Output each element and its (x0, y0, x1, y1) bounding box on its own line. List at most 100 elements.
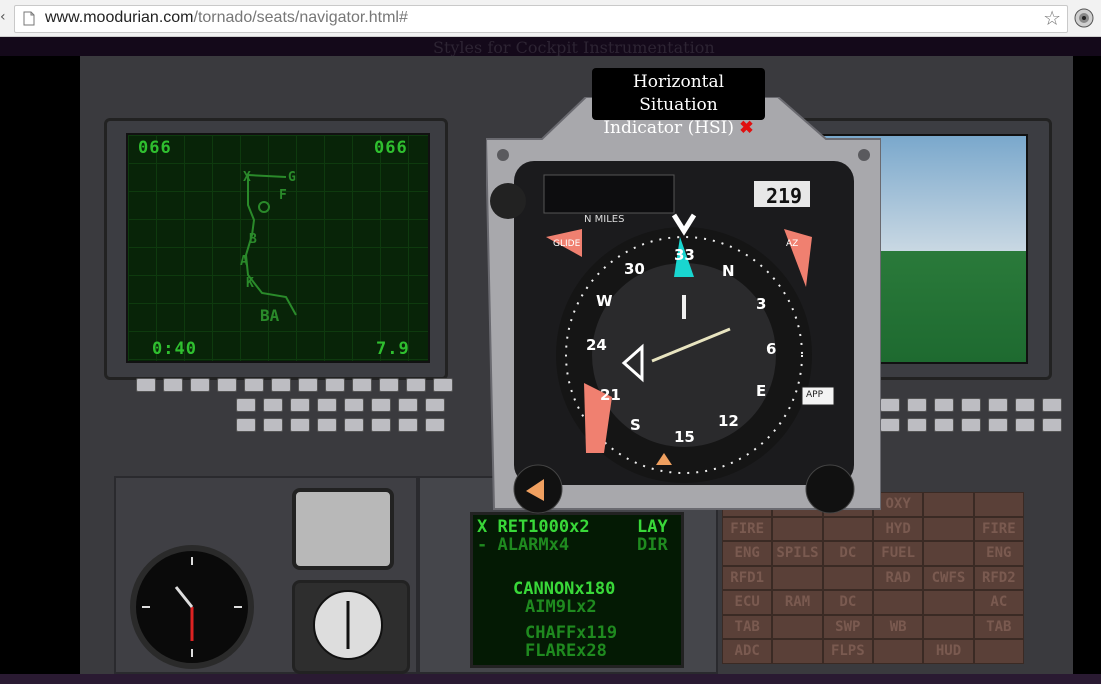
mfd-key[interactable] (988, 398, 1008, 412)
warning-light: AC (973, 590, 1024, 615)
warning-light: RFD2 (973, 565, 1024, 590)
mfd-bottom-right-readout: 7.9 (376, 339, 410, 359)
mfd-key[interactable] (190, 378, 210, 392)
url-host: www.moodurian.com (45, 9, 194, 26)
page-footer-strip (0, 674, 1101, 684)
warning-light: SPILS (772, 541, 823, 566)
central-warning-panel: OXY FIRE HYD FIRE ENG SPILS DC FUEL ENG RFD1 RAD CW… (722, 492, 1024, 664)
clock-face (142, 557, 242, 657)
stores-aim9: AIM9Lx2 (525, 597, 597, 617)
warning-light (822, 565, 873, 590)
warning-light (772, 565, 823, 590)
warning-light (772, 516, 823, 541)
mfd-key[interactable] (352, 378, 372, 392)
page-icon (23, 11, 35, 26)
stores-management-display: X RET1000x2 LAY - ALARMx4 DIR CANNONx180… (470, 512, 684, 668)
waypoint-x: X (243, 170, 251, 185)
mfd-key[interactable] (290, 398, 310, 412)
close-icon[interactable]: ✖ (739, 118, 753, 138)
mfd-key[interactable] (371, 398, 391, 412)
mfd-key[interactable] (236, 398, 256, 412)
hsi-compass-n: N (722, 262, 735, 280)
url-path: /tornado/seats/navigator.html# (193, 9, 408, 26)
mfd-key[interactable] (907, 398, 927, 412)
warning-light (923, 516, 974, 541)
mfd-key[interactable] (880, 418, 900, 432)
url-text[interactable]: www.moodurian.com/tornado/seats/navigato… (45, 9, 408, 27)
mfd-key[interactable] (934, 398, 954, 412)
warning-light (772, 639, 823, 664)
stores-chaff: CHAFFx119 (525, 623, 618, 643)
hsi-compass-3: 3 (756, 295, 767, 313)
mfd-key[interactable] (934, 418, 954, 432)
mfd-key[interactable] (433, 378, 453, 392)
mfd-key[interactable] (398, 418, 418, 432)
mfd-key[interactable] (988, 418, 1008, 432)
page-title: Styles for Cockpit Instrumentation (433, 38, 715, 57)
mfd-top-left-readout: 066 (138, 138, 172, 158)
mfd-key[interactable] (325, 378, 345, 392)
mfd-key[interactable] (880, 398, 900, 412)
mfd-key[interactable] (244, 378, 264, 392)
attitude-indicator (292, 488, 394, 570)
right-mfd-button-row-2 (880, 418, 1062, 432)
warning-light (973, 492, 1024, 517)
warning-light: FUEL (872, 541, 924, 566)
mfd-key[interactable] (298, 378, 318, 392)
mfd-key[interactable] (317, 418, 337, 432)
mfd-key[interactable] (425, 418, 445, 432)
mfd-key[interactable] (907, 418, 927, 432)
left-mfd-button-row-3 (236, 418, 445, 432)
mfd-key[interactable] (1042, 418, 1062, 432)
mfd-key[interactable] (271, 378, 291, 392)
back-icon[interactable]: ‹ (0, 9, 8, 27)
mfd-key[interactable] (263, 418, 283, 432)
hsi-app-label[interactable]: APP (806, 390, 823, 400)
waypoint-ba: BA (260, 306, 280, 325)
warning-light (822, 516, 873, 541)
right-mfd-button-row (880, 398, 1062, 412)
mfd-key[interactable] (344, 398, 364, 412)
mfd-key[interactable] (163, 378, 183, 392)
warning-light: ADC (722, 639, 773, 664)
extension-icon[interactable] (1074, 8, 1094, 28)
stores-cannon: CANNONx180 (513, 579, 616, 599)
url-field[interactable]: www.moodurian.com/tornado/seats/navigato… (14, 5, 1068, 33)
mfd-key[interactable] (263, 398, 283, 412)
warning-light (923, 492, 974, 517)
waypoint-b: B (249, 232, 257, 247)
hsi-tooltip: Horizontal Situation Indicator (HSI) ✖ (592, 68, 765, 138)
hsi-miles-label: N MILES (584, 214, 625, 225)
warning-light: ENG (722, 541, 773, 566)
mfd-key[interactable] (406, 378, 426, 392)
waypoint-g: G (288, 170, 296, 185)
mfd-key[interactable] (136, 378, 156, 392)
mfd-key[interactable] (236, 418, 256, 432)
mfd-key[interactable] (961, 418, 981, 432)
mfd-key[interactable] (344, 418, 364, 432)
warning-light: FIRE (973, 516, 1024, 541)
hsi-glide-label: GLIDE (553, 239, 581, 249)
warning-light: CWFS (923, 565, 974, 590)
warning-light (923, 541, 974, 566)
mfd-key[interactable] (398, 398, 418, 412)
hsi-title-line-2: Indicator (HSI) (603, 118, 735, 138)
warning-light: SWP (822, 614, 873, 639)
hsi-compass-33: 33 (674, 246, 695, 264)
warning-light: RFD1 (722, 565, 773, 590)
mfd-key[interactable] (379, 378, 399, 392)
mfd-key[interactable] (317, 398, 337, 412)
waypoint-f: F (279, 188, 287, 203)
star-icon[interactable]: ☆ (1043, 7, 1061, 29)
mfd-key[interactable] (290, 418, 310, 432)
warning-light (872, 639, 924, 664)
mfd-key[interactable] (425, 398, 445, 412)
stores-line-1-left: X RET1000x2 (477, 517, 590, 537)
warning-light: HYD (872, 516, 924, 541)
mfd-key[interactable] (217, 378, 237, 392)
mfd-key[interactable] (1015, 398, 1035, 412)
mfd-key[interactable] (371, 418, 391, 432)
mfd-key[interactable] (961, 398, 981, 412)
mfd-key[interactable] (1015, 418, 1035, 432)
mfd-key[interactable] (1042, 398, 1062, 412)
